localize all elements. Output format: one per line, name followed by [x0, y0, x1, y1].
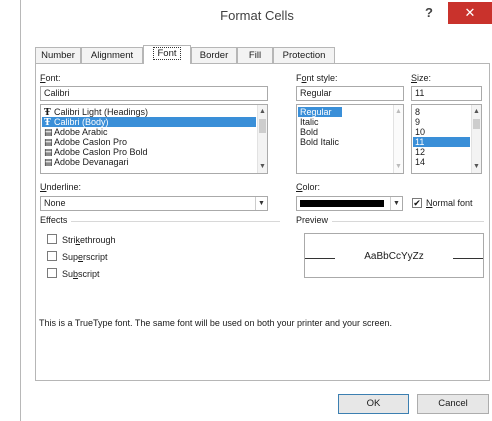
- scroll-thumb[interactable]: [259, 119, 266, 133]
- chevron-up-icon[interactable]: ▲: [258, 107, 267, 116]
- scroll-thumb[interactable]: [473, 119, 480, 129]
- help-button[interactable]: ?: [419, 3, 439, 23]
- cancel-button[interactable]: Cancel: [417, 394, 489, 414]
- font-list-item[interactable]: ▤Adobe Caslon Pro: [42, 137, 256, 148]
- chevron-down-icon[interactable]: ▼: [390, 197, 402, 210]
- font-size-item[interactable]: 14: [413, 157, 470, 167]
- underline-value: None: [44, 198, 66, 208]
- font-size-item[interactable]: 10: [413, 127, 470, 137]
- size-label: Size:: [411, 73, 432, 83]
- font-label: Font:: [40, 73, 61, 83]
- opentype-font-icon: ▤: [44, 158, 53, 168]
- font-list[interactable]: Ŧ Calibri Light (Headings) Ŧ Calibri (Body…: [40, 104, 268, 174]
- preview-sample-text: AaBbCcYyZz: [364, 251, 424, 262]
- font-style-label: Font style:: [296, 73, 338, 83]
- effects-title: Effects: [40, 215, 72, 225]
- font-size-item-selected[interactable]: 11: [413, 137, 470, 147]
- superscript-checkbox[interactable]: [47, 251, 57, 261]
- preview-baseline-right: [453, 258, 483, 259]
- font-style-list[interactable]: Regular Italic Bold Bold Italic ▲ ▼: [296, 104, 404, 174]
- font-list-item-selected[interactable]: Ŧ Calibri (Body): [42, 117, 256, 128]
- underline-label: Underline:: [40, 182, 82, 192]
- subscript-label[interactable]: Subscript: [62, 269, 100, 279]
- font-name-input[interactable]: Calibri: [40, 86, 268, 101]
- strikethrough-label[interactable]: Strikethrough: [62, 235, 116, 245]
- font-list-item[interactable]: Ŧ Calibri Light (Headings): [42, 107, 256, 118]
- close-button[interactable]: ✕: [448, 2, 492, 24]
- superscript-label[interactable]: Superscript: [62, 252, 108, 262]
- normal-font-checkbox[interactable]: ✔: [412, 198, 422, 208]
- strikethrough-checkbox[interactable]: [47, 234, 57, 244]
- font-style-item[interactable]: Bold: [298, 127, 392, 137]
- chevron-down-icon[interactable]: ▼: [255, 197, 267, 210]
- tab-font-label: Font: [153, 47, 181, 60]
- font-size-list[interactable]: 8 9 10 11 12 14 ▲ ▼: [411, 104, 482, 174]
- font-style-item-selected[interactable]: Regular: [298, 107, 342, 117]
- tab-font[interactable]: Font: [143, 45, 191, 64]
- chevron-down-icon[interactable]: ▼: [472, 162, 481, 171]
- chevron-up-icon[interactable]: ▲: [472, 107, 481, 116]
- chevron-down-icon[interactable]: ▼: [394, 162, 403, 171]
- tab-protection[interactable]: Protection: [273, 47, 335, 63]
- format-cells-dialog: Format Cells ? ✕ Number Alignment Font B…: [20, 0, 492, 421]
- tab-alignment[interactable]: Alignment: [81, 47, 143, 63]
- title-bar: Format Cells ? ✕: [21, 0, 492, 32]
- font-style-scrollbar[interactable]: ▲ ▼: [393, 105, 403, 173]
- font-style-item[interactable]: Italic: [298, 117, 392, 127]
- chevron-up-icon[interactable]: ▲: [394, 107, 403, 116]
- chevron-down-icon[interactable]: ▼: [258, 162, 267, 171]
- font-style-input[interactable]: Regular: [296, 86, 404, 101]
- preview-title: Preview: [296, 215, 333, 225]
- font-size-input[interactable]: 11: [411, 86, 482, 101]
- color-picker[interactable]: ▼: [296, 196, 403, 211]
- underline-select[interactable]: None ▼: [40, 196, 268, 211]
- tab-number[interactable]: Number: [35, 47, 81, 63]
- font-size-item[interactable]: 12: [413, 147, 470, 157]
- ok-button[interactable]: OK: [338, 394, 409, 414]
- tab-border[interactable]: Border: [191, 47, 237, 63]
- color-swatch: [300, 200, 384, 207]
- font-list-item[interactable]: ▤Adobe Caslon Pro Bold: [42, 147, 256, 158]
- normal-font-label[interactable]: Normal font: [426, 198, 473, 208]
- subscript-checkbox[interactable]: [47, 268, 57, 278]
- close-icon: ✕: [464, 5, 476, 20]
- tab-fill[interactable]: Fill: [237, 47, 273, 63]
- font-style-item[interactable]: Bold Italic: [298, 137, 392, 147]
- font-tab-panel: Font: Calibri Ŧ Calibri Light (Headings) …: [35, 63, 490, 381]
- font-list-scrollbar[interactable]: ▲ ▼: [257, 105, 267, 173]
- font-size-scrollbar[interactable]: ▲ ▼: [471, 105, 481, 173]
- truetype-note: This is a TrueType font. The same font w…: [39, 318, 393, 328]
- color-label: Color:: [296, 182, 321, 192]
- font-list-item[interactable]: ▤Adobe Arabic: [42, 127, 256, 138]
- font-list-item[interactable]: ▤Adobe Devanagari: [42, 157, 256, 168]
- preview-box: AaBbCcYyZz: [304, 233, 484, 278]
- font-size-item[interactable]: 8: [413, 107, 470, 117]
- font-size-item[interactable]: 9: [413, 117, 470, 127]
